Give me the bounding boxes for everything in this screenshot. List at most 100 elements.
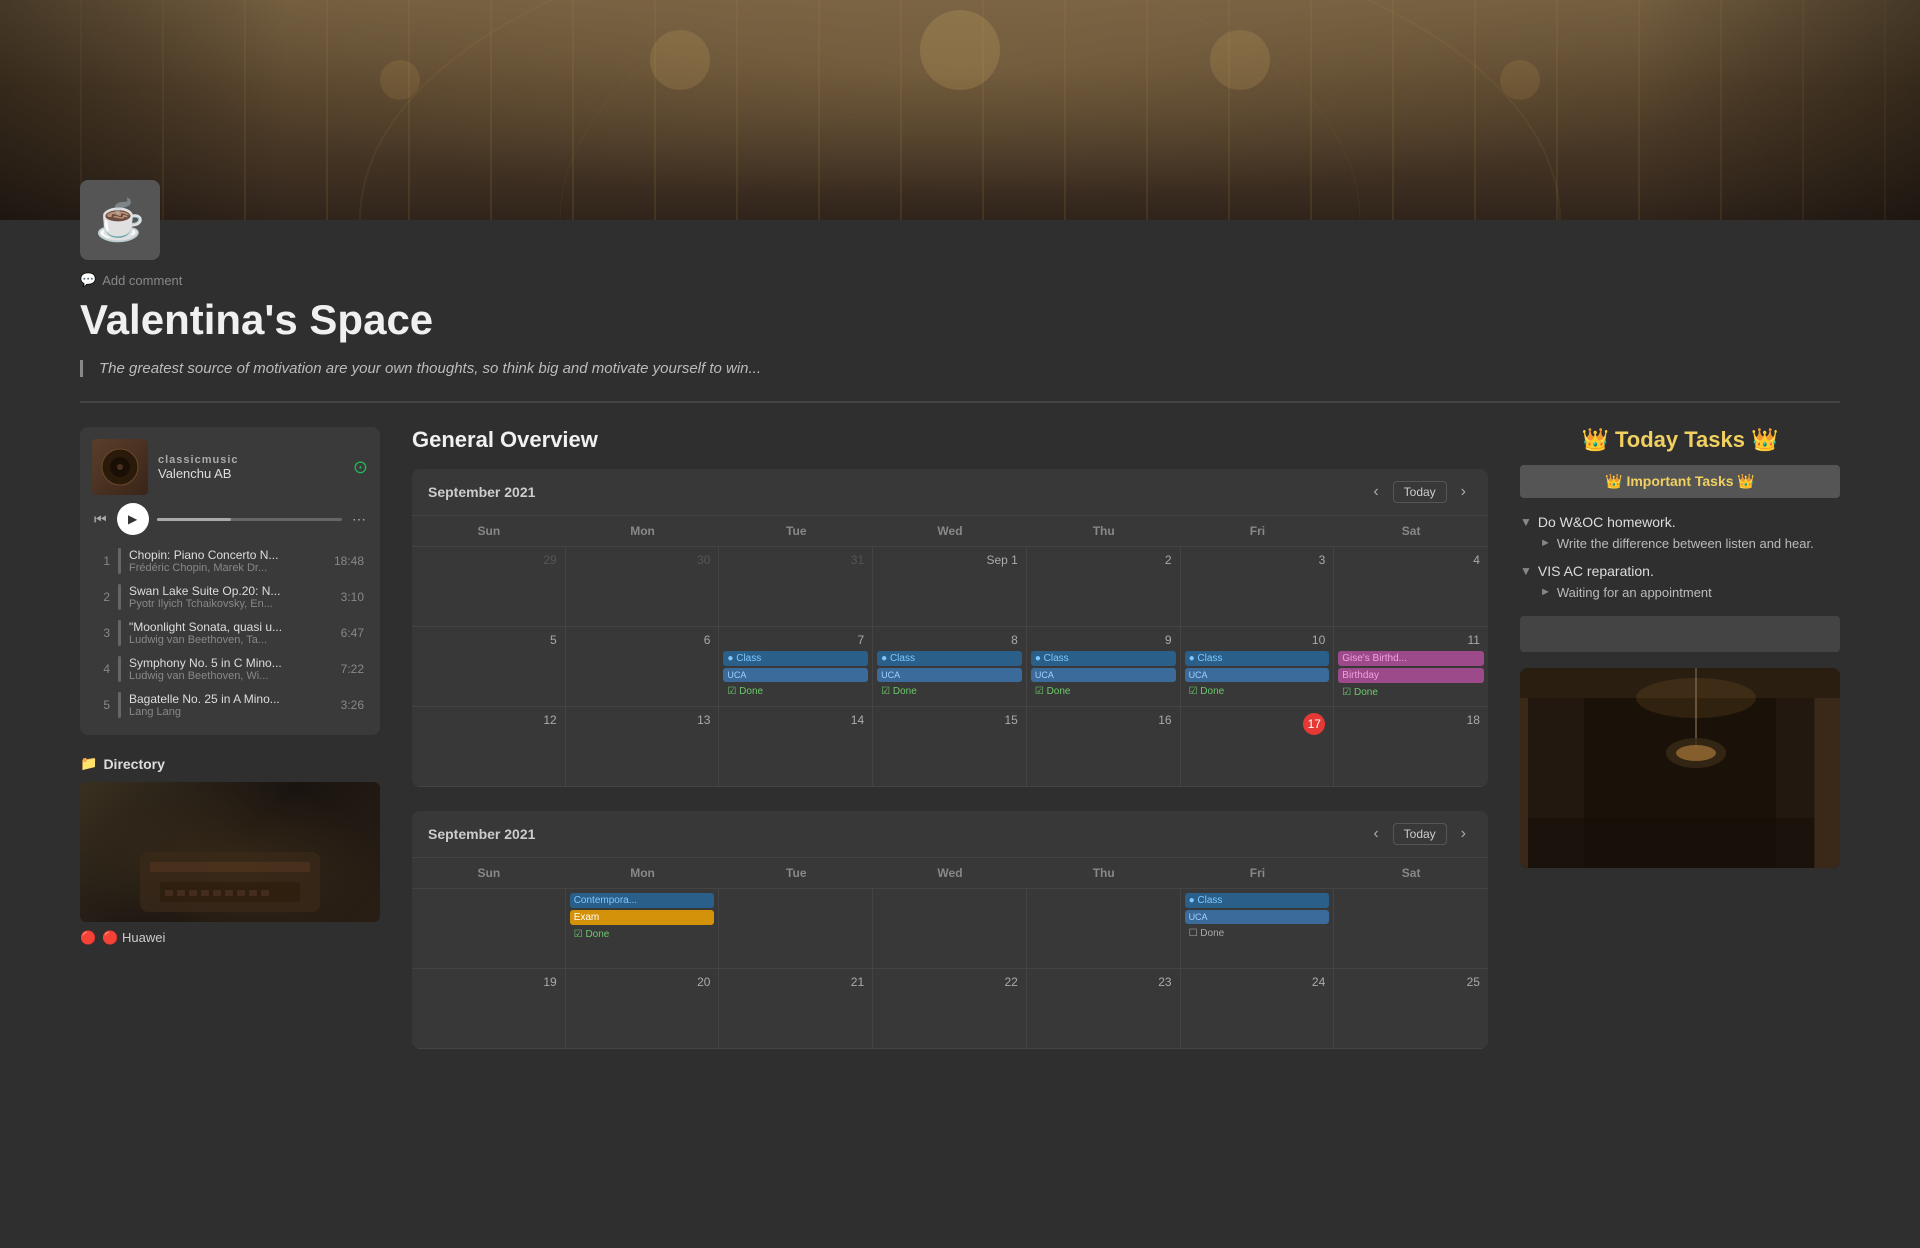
event-class-sep8: ● Class xyxy=(877,651,1022,666)
task-group-2: ▼ VIS AC reparation. ► Waiting for an ap… xyxy=(1520,563,1840,600)
cal-cell-sep9[interactable]: 9 ● Class UCA ☑ Done xyxy=(1027,627,1181,707)
cal-cell-sep10[interactable]: 10 ● Class UCA ☑ Done xyxy=(1181,627,1335,707)
event-uca-fri2: UCA xyxy=(1185,910,1330,924)
cal-cell-sep8[interactable]: 8 ● Class UCA ☑ Done xyxy=(873,627,1027,707)
cal-cell2-21[interactable]: 21 xyxy=(719,969,873,1049)
play-button[interactable]: ▶ xyxy=(117,503,149,535)
directory-label[interactable]: 🔴 🔴 Huawei xyxy=(80,930,380,946)
cal-cell-aug29[interactable]: 29 xyxy=(412,547,566,627)
cal-cell-sep2[interactable]: 2 xyxy=(1027,547,1181,627)
cal-cell-sep12[interactable]: 12 xyxy=(412,707,566,787)
task-group-title-1[interactable]: ▼ Do W&OC homework. xyxy=(1520,514,1840,530)
event-done-sep8: ☑ Done xyxy=(877,684,1022,699)
cal-cell2-tue[interactable] xyxy=(719,889,873,969)
toggle-icon-2: ▼ xyxy=(1520,564,1532,578)
page-quote: The greatest source of motivation are yo… xyxy=(80,360,1840,377)
cal-today-button-2[interactable]: Today xyxy=(1393,823,1447,845)
cal-cell-aug31[interactable]: 31 xyxy=(719,547,873,627)
cal-cell2-sun[interactable] xyxy=(412,889,566,969)
list-item[interactable]: 2 Swan Lake Suite Op.20: N... Pyotr Ilyi… xyxy=(92,579,368,615)
add-comment-button[interactable]: 💬 Add comment xyxy=(80,272,1840,288)
cal-prev-button-2[interactable]: ‹ xyxy=(1367,823,1384,845)
day-header-wed: Wed xyxy=(873,516,1027,547)
cal-today-button-1[interactable]: Today xyxy=(1393,481,1447,503)
cal-cell-aug30[interactable]: 30 xyxy=(566,547,720,627)
cal-cell-sep16[interactable]: 16 xyxy=(1027,707,1181,787)
cal-cell-sep3[interactable]: 3 xyxy=(1181,547,1335,627)
music-artist: Valenchu AB xyxy=(158,466,343,481)
event-done-sep10: ☑ Done xyxy=(1185,684,1330,699)
cal-cell-sep14[interactable]: 14 xyxy=(719,707,873,787)
album-art-svg xyxy=(100,447,140,487)
page-avatar: ☕ xyxy=(80,180,160,260)
cal-cell-sep5[interactable]: 5 xyxy=(412,627,566,707)
cal-cell2-mon[interactable]: Contempora... Exam ☑ Done xyxy=(566,889,720,969)
event-done-sep11: ☑ Done xyxy=(1338,685,1484,700)
header-banner xyxy=(0,0,1920,220)
task-group-title-2[interactable]: ▼ VIS AC reparation. xyxy=(1520,563,1840,579)
cal-next-button-2[interactable]: › xyxy=(1455,823,1472,845)
cal-cell-sep11[interactable]: 11 Gise's Birthd... Birthday ☑ Done xyxy=(1334,627,1488,707)
tasks-title: 👑 Today Tasks 👑 xyxy=(1520,427,1840,453)
event-uca-sep8: UCA xyxy=(877,668,1022,682)
spotify-icon: ⊙ xyxy=(353,457,368,478)
share-button[interactable]: ⋯ xyxy=(350,509,368,530)
task-subitem-1: ► Write the difference between listen an… xyxy=(1520,536,1840,551)
event-uca-sep7: UCA xyxy=(723,668,868,682)
cal-cell-sep7[interactable]: 7 ● Class UCA ☑ Done xyxy=(719,627,873,707)
cal-cell2-thu[interactable] xyxy=(1027,889,1181,969)
prev-track-button[interactable]: ⏮ xyxy=(92,509,109,530)
event-exam: Exam xyxy=(570,910,715,925)
event-class-sep10: ● Class xyxy=(1185,651,1330,666)
tasks-input-area[interactable] xyxy=(1520,616,1840,652)
event-done-mon: ☑ Done xyxy=(570,927,715,942)
cal-cell-sep15[interactable]: 15 xyxy=(873,707,1027,787)
cal-cell2-24[interactable]: 24 xyxy=(1181,969,1335,1049)
event-birthday-sep11: Gise's Birthd... xyxy=(1338,651,1484,666)
cal-cell2-25[interactable]: 25 xyxy=(1334,969,1488,1049)
cal-cell2-19[interactable]: 19 xyxy=(412,969,566,1049)
cal-next-button-1[interactable]: › xyxy=(1455,481,1472,503)
important-tasks-header[interactable]: 👑 Important Tasks 👑 xyxy=(1520,465,1840,498)
list-item[interactable]: 1 Chopin: Piano Concerto N... Frédéric C… xyxy=(92,543,368,579)
cal-cell2-sat[interactable] xyxy=(1334,889,1488,969)
cal-cell-sep13[interactable]: 13 xyxy=(566,707,720,787)
typewriter-art xyxy=(80,782,380,922)
cal-cell-sep4[interactable]: 4 xyxy=(1334,547,1488,627)
calendar-nav-2[interactable]: ‹ Today › xyxy=(1367,823,1472,845)
folder-icon: 📁 xyxy=(80,755,97,772)
directory-thumbnail[interactable] xyxy=(80,782,380,922)
cal-cell2-wed[interactable] xyxy=(873,889,1027,969)
directory-section: 📁 Directory xyxy=(80,755,380,946)
event-class-fri2: ● Class xyxy=(1185,893,1330,908)
calendar-nav-1[interactable]: ‹ Today › xyxy=(1367,481,1472,503)
progress-bar[interactable] xyxy=(157,518,342,521)
calendar-widget-1: September 2021 ‹ Today › Sun Mon Tue Wed… xyxy=(412,469,1488,787)
cal-cell-sep18[interactable]: 18 xyxy=(1334,707,1488,787)
calendar-section: General Overview September 2021 ‹ Today … xyxy=(412,427,1488,1073)
cal-cell2-fri[interactable]: ● Class UCA ☐ Done xyxy=(1181,889,1335,969)
cal-cell2-22[interactable]: 22 xyxy=(873,969,1027,1049)
calendar-widget-2: September 2021 ‹ Today › Sun Mon Tue Wed… xyxy=(412,811,1488,1049)
cal-cell-sep17[interactable]: 17 xyxy=(1181,707,1335,787)
event-undone-fri2: ☐ Done xyxy=(1185,926,1330,941)
list-item[interactable]: 5 Bagatelle No. 25 in A Mino... Lang Lan… xyxy=(92,687,368,723)
cal-cell-sep1[interactable]: Sep 1 xyxy=(873,547,1027,627)
music-player: classicmusic Valenchu AB ⊙ ⏮ ▶ ⋯ xyxy=(80,427,380,735)
directory-title: 📁 Directory xyxy=(80,755,380,772)
event-contemporary: Contempora... xyxy=(570,893,715,908)
day-header-fri: Fri xyxy=(1181,516,1335,547)
calendar-header-1: September 2021 ‹ Today › xyxy=(412,469,1488,516)
calendar-month-2: September 2021 xyxy=(428,826,535,842)
music-controls[interactable]: ⏮ ▶ ⋯ xyxy=(92,503,368,535)
arrow-icon-1: ► xyxy=(1540,537,1551,549)
cal-cell2-23[interactable]: 23 xyxy=(1027,969,1181,1049)
list-item[interactable]: 4 Symphony No. 5 in C Mino... Ludwig van… xyxy=(92,651,368,687)
cal-cell2-20[interactable]: 20 xyxy=(566,969,720,1049)
calendar-section-title: General Overview xyxy=(412,427,1488,453)
day-header-mon: Mon xyxy=(566,516,720,547)
cal-cell-sep6[interactable]: 6 xyxy=(566,627,720,707)
list-item[interactable]: 3 "Moonlight Sonata, quasi u... Ludwig v… xyxy=(92,615,368,651)
calendar-month-1: September 2021 xyxy=(428,484,535,500)
cal-prev-button-1[interactable]: ‹ xyxy=(1367,481,1384,503)
